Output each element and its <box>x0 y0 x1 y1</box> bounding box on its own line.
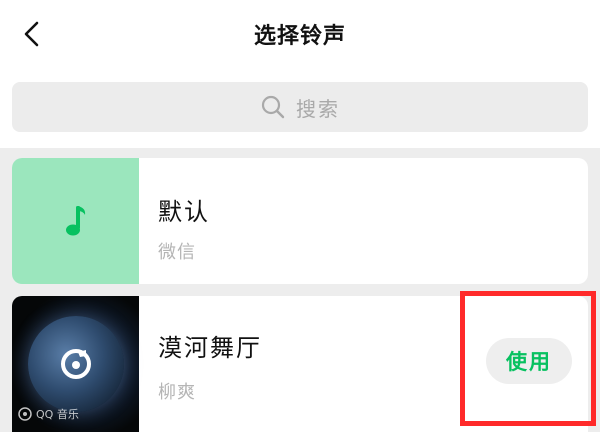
use-button[interactable]: 使用 <box>486 338 572 384</box>
qq-music-badge-label: QQ 音乐 <box>36 408 79 421</box>
ringtone-title: 漠河舞厅 <box>158 334 262 362</box>
ringtone-cover <box>12 158 139 284</box>
qq-music-small-icon <box>18 407 32 421</box>
search-placeholder: 搜索 <box>296 96 340 121</box>
album-art-planet <box>27 316 124 412</box>
ringtone-item-default[interactable]: 默认 微信 <box>12 158 588 284</box>
music-note-icon <box>65 206 85 236</box>
ringtone-source: 微信 <box>158 242 196 263</box>
page-title: 选择铃声 <box>253 24 346 49</box>
top-bar: 选择铃声 <box>0 0 600 68</box>
search-icon <box>261 95 285 119</box>
ringtone-title: 默认 <box>158 198 210 226</box>
back-button[interactable] <box>16 18 48 50</box>
qq-music-logo-icon <box>60 349 91 379</box>
chevron-left-icon <box>24 21 39 47</box>
search-section: 搜索 <box>0 68 600 148</box>
ringtone-cover: QQ 音乐 <box>12 296 139 432</box>
ringtone-item-mohe-dance-hall[interactable]: QQ 音乐 漠河舞厅 柳爽 使用 <box>12 296 588 432</box>
qq-music-badge: QQ 音乐 <box>18 406 79 422</box>
ringtone-artist: 柳爽 <box>158 382 196 403</box>
search-input[interactable]: 搜索 <box>12 82 588 132</box>
